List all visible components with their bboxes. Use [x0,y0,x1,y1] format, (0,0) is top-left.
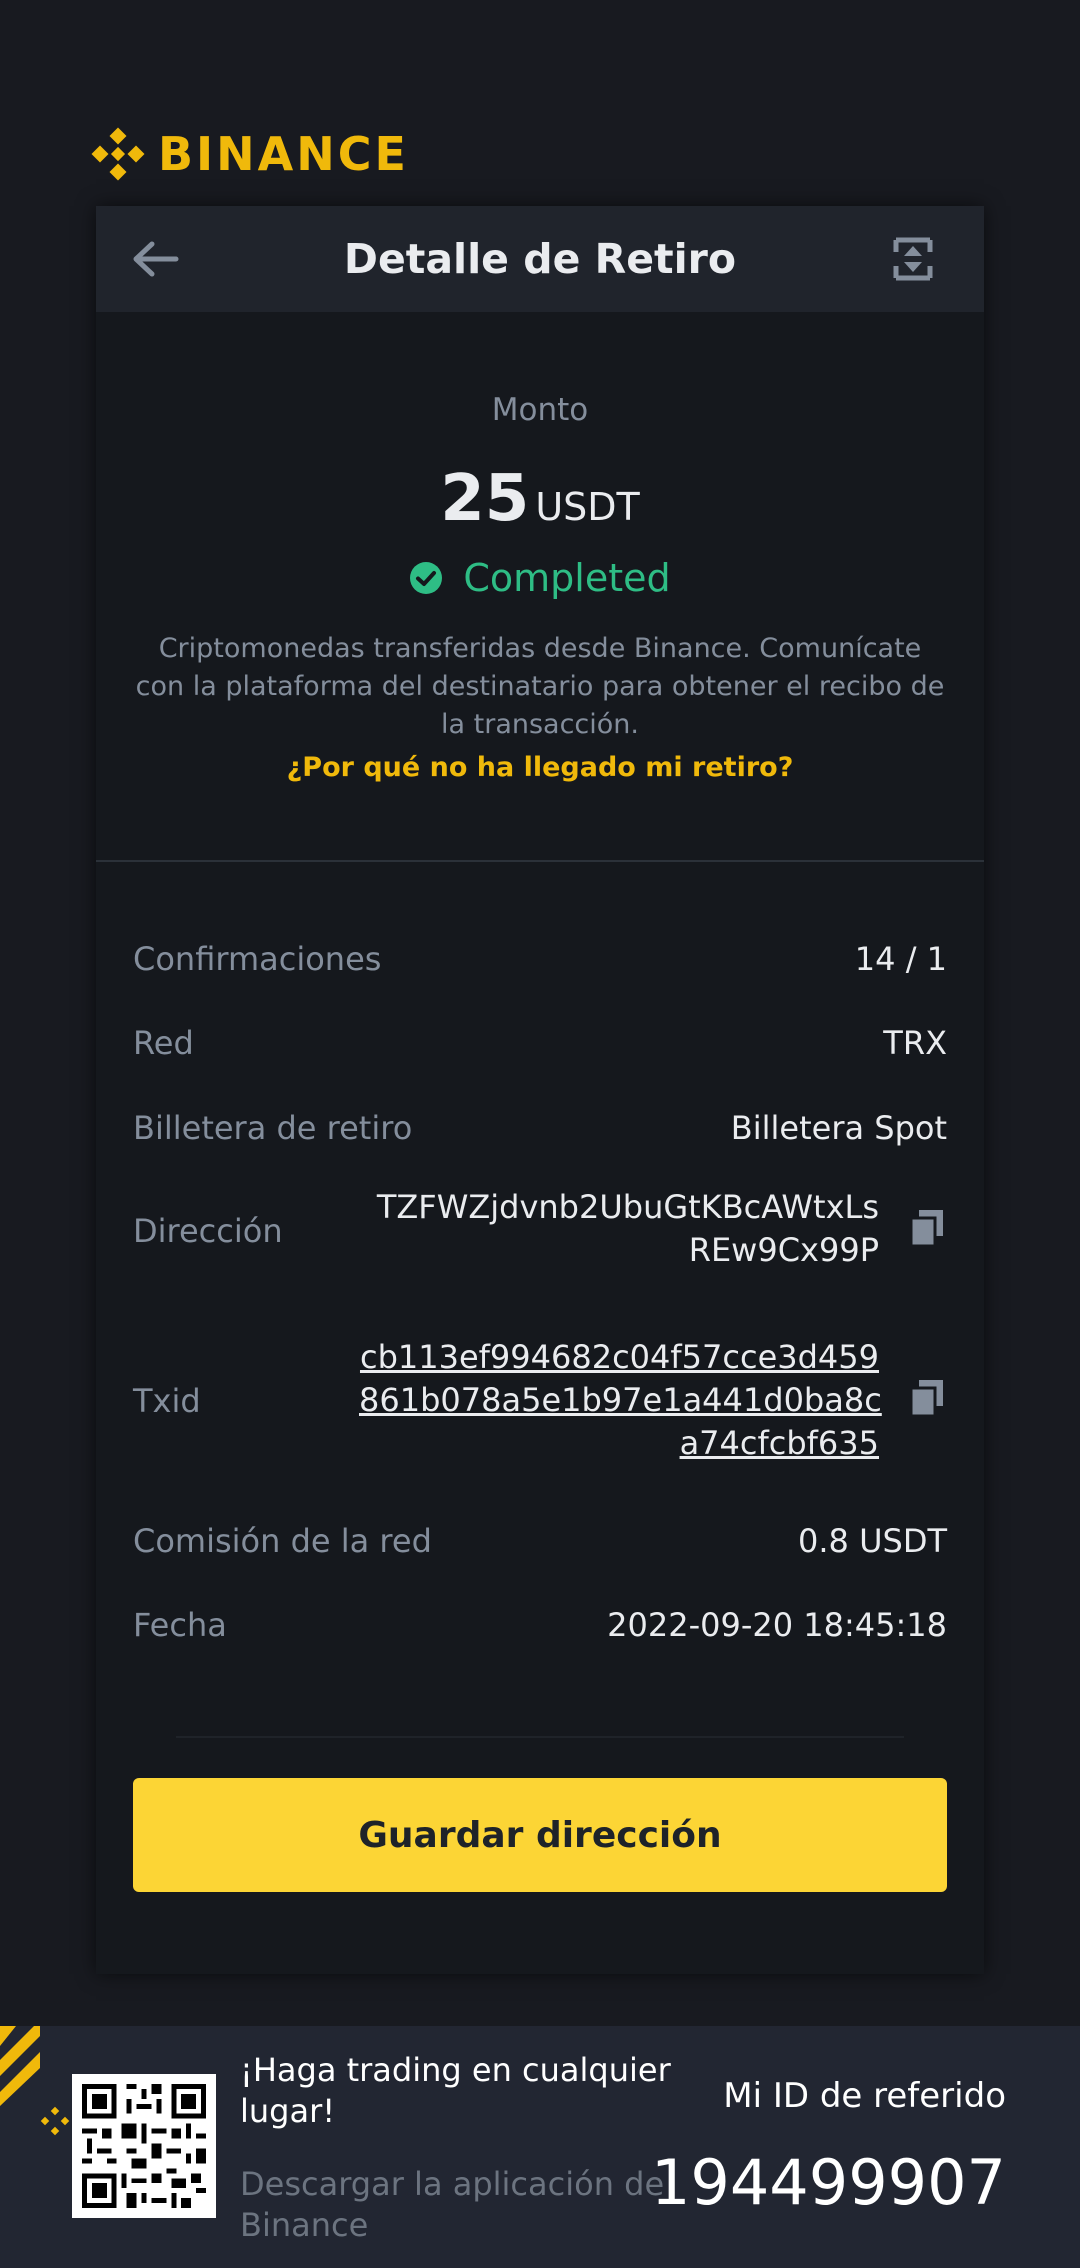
status-badge: Completed [96,556,984,600]
referral-label: Mi ID de referido [723,2076,1006,2116]
wallet-label: Billetera de retiro [133,1109,413,1147]
share-icon [893,237,933,281]
date-label: Fecha [133,1606,227,1644]
address-value: TZFWZjdvnb2UbuGtKBcAWtxLs REw9Cx99P [359,1186,879,1272]
txid-line: 861b078a5e1b97e1a441d0ba8c [359,1381,882,1419]
amount-value: 25 [440,462,530,536]
status-text: Completed [463,556,671,600]
referral-id: 194499907 [650,2146,1006,2219]
copy-icon [909,1210,943,1248]
copy-icon [909,1380,943,1418]
qr-code [72,2074,216,2218]
stripes-decoration [0,2026,40,2106]
arrow-left-icon [133,241,179,277]
copy-txid-button[interactable] [907,1378,947,1418]
txid-line: cb113ef994682c04f57cce3d459 [359,1338,879,1376]
date-value: 2022-09-20 18:45:18 [607,1606,947,1644]
fee-value: 0.8 USDT [798,1522,947,1560]
row-wallet: Billetera de retiro Billetera Spot [133,1105,947,1155]
row-network-fee: Comisión de la red 0.8 USDT [133,1518,947,1568]
row-confirmations: Confirmaciones 14 / 1 [133,936,947,986]
confirmations-label: Confirmaciones [133,940,382,978]
binance-wordmark: BINANCE [158,127,409,181]
divider [96,860,984,862]
amount-label: Monto [491,392,589,428]
page-title: Detalle de Retiro [343,235,737,283]
save-address-button[interactable]: Guardar dirección [133,1778,947,1892]
row-txid: Txid cb113ef994682c04f57cce3d459 861b078… [133,1336,947,1468]
address-line: REw9Cx99P [688,1231,879,1269]
promo-title: ¡Haga trading en cualquier lugar! [240,2051,671,2130]
network-value: TRX [883,1024,947,1062]
amount-currency: USDT [535,485,640,529]
binance-logo-icon [91,127,145,181]
transfer-note: Criptomonedas transferidas desde Binance… [135,633,945,740]
footer-banner: ¡Haga trading en cualquier lugar! Descar… [0,2026,1080,2268]
txid-link[interactable]: cb113ef994682c04f57cce3d459 861b078a5e1b… [359,1336,882,1465]
download-app-text: Descargar la aplicación de Binance [240,2165,665,2244]
copy-address-button[interactable] [907,1208,947,1248]
address-line: TZFWZjdvnb2UbuGtKBcAWtxLs [376,1188,879,1226]
txid-label: Txid [133,1382,201,1420]
why-not-arrived-link[interactable]: ¿Por qué no ha llegado mi retiro? [96,752,984,783]
row-network: Red TRX [133,1020,947,1070]
back-button[interactable] [130,236,180,282]
qr-code-image [72,2074,216,2218]
divider [176,1736,904,1738]
withdrawal-detail-card: Detalle de Retiro Monto 25 USDT Complete… [96,206,984,1974]
confirmations-value: 14 / 1 [854,940,947,978]
address-label: Dirección [133,1212,283,1250]
network-label: Red [133,1024,194,1062]
diamond-pattern-decoration [40,2106,70,2136]
check-circle-icon [410,562,443,594]
fee-label: Comisión de la red [133,1522,432,1560]
row-address: Dirección TZFWZjdvnb2UbuGtKBcAWtxLs REw9… [133,1186,947,1276]
wallet-value: Billetera Spot [730,1109,947,1147]
binance-logo: BINANCE [90,126,409,182]
txid-line: a74cfcbf635 [679,1424,879,1462]
amount-display: 25 USDT [96,462,984,536]
share-button[interactable] [888,234,938,284]
card-header: Detalle de Retiro [96,206,984,312]
row-date: Fecha 2022-09-20 18:45:18 [133,1602,947,1652]
